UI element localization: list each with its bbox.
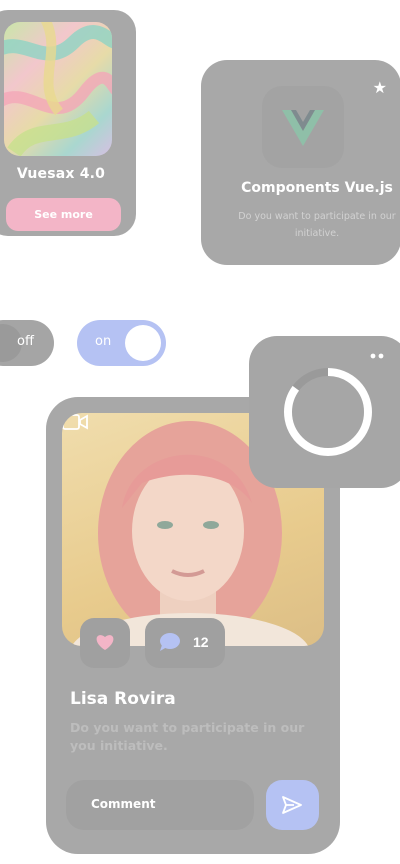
vue-card-description: Do you want to participate in our initia… — [238, 211, 396, 239]
vuesax-title: Vuesax 4.0 — [16, 166, 106, 182]
vue-logo-tile — [262, 86, 344, 168]
star-icon[interactable]: ★ — [373, 80, 387, 96]
toggle-off-label: off — [17, 334, 34, 349]
comments-button[interactable]: 12 — [145, 618, 225, 668]
heart-icon — [96, 635, 114, 650]
vuesax-cover-image — [4, 22, 112, 156]
video-camera-icon[interactable] — [62, 413, 88, 431]
app-stage: Vuesax 4.0 See more ★ Components Vue.js … — [0, 0, 400, 864]
send-icon — [282, 796, 302, 814]
vuesax-card: Vuesax 4.0 See more — [0, 10, 136, 236]
comment-count: 12 — [193, 634, 209, 650]
send-button[interactable] — [266, 780, 319, 830]
comment-input[interactable]: Comment — [66, 780, 254, 830]
chat-bubble-icon — [160, 633, 180, 651]
see-more-button[interactable]: See more — [6, 198, 121, 231]
toggle-knob — [125, 325, 161, 361]
toggle-on-switch[interactable]: on — [77, 320, 166, 366]
like-button[interactable] — [80, 618, 130, 668]
profile-description: Do you want to participate in our you in… — [70, 720, 305, 753]
toggle-on-label: on — [95, 334, 112, 349]
vue-components-card: ★ Components Vue.js Do you want to parti… — [201, 60, 400, 265]
toggle-off-switch[interactable]: off — [0, 320, 54, 366]
loading-progress-ring — [284, 368, 372, 456]
vue-logo-icon — [282, 110, 324, 146]
loader-card — [249, 336, 400, 488]
profile-name: Lisa Rovira — [70, 689, 176, 709]
more-dots-icon[interactable] — [370, 353, 384, 359]
vue-card-title: Components Vue.js — [241, 180, 393, 196]
